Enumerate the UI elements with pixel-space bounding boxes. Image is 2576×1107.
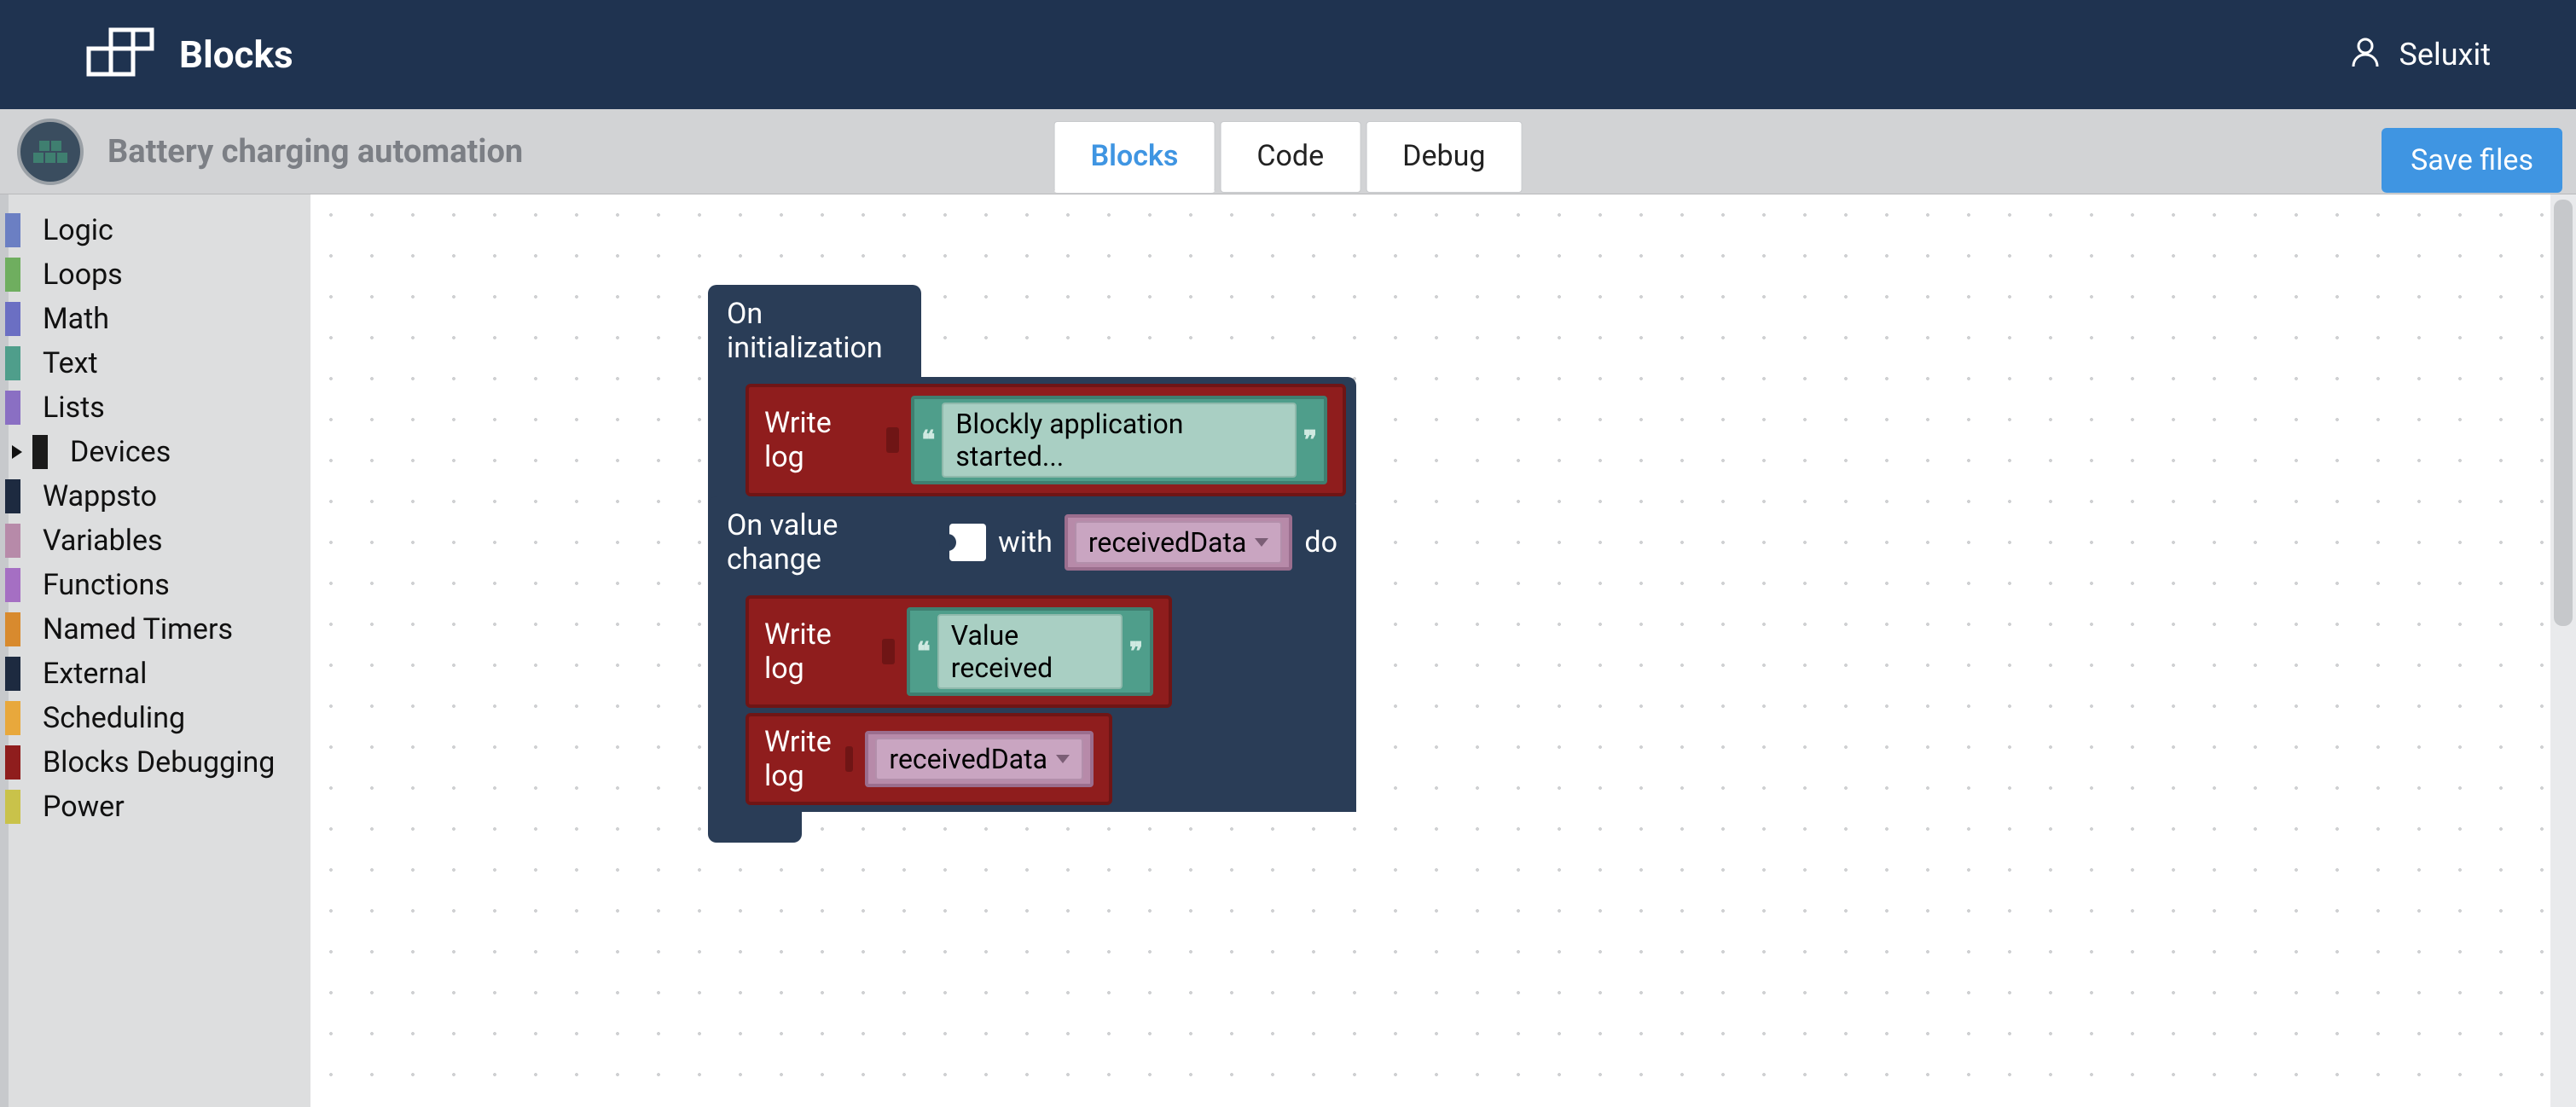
category-color-swatch <box>5 745 20 780</box>
toolbox-item-label: Text <box>43 346 98 380</box>
category-color-swatch <box>5 657 20 691</box>
hat-label: On initialization <box>727 297 902 365</box>
toolbox-item-label: Lists <box>43 391 105 425</box>
category-color-swatch <box>5 479 20 513</box>
view-tabs: Blocks Code Debug <box>1054 121 1523 193</box>
category-color-swatch <box>5 258 20 292</box>
toolbox-item-power[interactable]: Power <box>9 785 310 829</box>
category-color-swatch <box>5 391 20 425</box>
hat-mid: with <box>998 525 1053 559</box>
toolbox-sidebar: Logic Loops Math Text Lists Devices Wappsto Var… <box>0 194 310 1107</box>
app-header: Blocks Seluxit <box>0 0 2576 109</box>
empty-value-slot[interactable] <box>949 524 986 561</box>
scrollbar-thumb[interactable] <box>2554 200 2573 626</box>
block-footer <box>708 812 802 843</box>
user-icon <box>2348 34 2382 76</box>
category-color-swatch <box>5 302 20 336</box>
toolbox-item-scheduling[interactable]: Scheduling <box>9 696 310 740</box>
toolbox-item-loops[interactable]: Loops <box>9 252 310 297</box>
category-color-swatch <box>5 346 20 380</box>
toolbox-item-math[interactable]: Math <box>9 297 310 341</box>
toolbox-item-lists[interactable]: Lists <box>9 385 310 430</box>
project-bar: Battery charging automation Blocks Code … <box>0 109 2576 194</box>
canvas-scrollbar[interactable] <box>2550 194 2576 1107</box>
hat-suffix: do <box>1304 525 1337 559</box>
write-log-block[interactable]: Write log ❝ Blockly application started.… <box>746 384 1346 496</box>
project-title: Battery charging automation <box>107 133 523 171</box>
category-color-swatch <box>5 701 20 735</box>
category-color-swatch <box>5 612 20 646</box>
save-files-button[interactable]: Save files <box>2382 128 2562 193</box>
toolbox-item-text[interactable]: Text <box>9 341 310 385</box>
category-color-swatch <box>5 524 20 558</box>
expand-arrow-icon <box>0 443 34 461</box>
tab-debug[interactable]: Debug <box>1366 121 1522 193</box>
block-on-value-change[interactable]: On value change with receivedData do <box>708 496 1356 843</box>
toolbox-item-label: Power <box>43 790 125 824</box>
open-quote-icon: ❝ <box>921 426 935 455</box>
category-color-swatch <box>32 435 48 469</box>
chevron-down-icon <box>1056 755 1070 763</box>
toolbox-item-wappsto[interactable]: Wappsto <box>9 474 310 519</box>
toolbox-item-label: Logic <box>43 213 113 247</box>
logo-icon <box>85 26 155 83</box>
toolbox-item-label: External <box>43 657 147 691</box>
category-color-swatch <box>5 568 20 602</box>
toolbox-item-label: Wappsto <box>43 479 157 513</box>
close-quote-icon: ❞ <box>1303 426 1317 455</box>
toolbox-item-logic[interactable]: Logic <box>9 208 310 252</box>
connector-icon <box>845 746 854 772</box>
project-avatar-icon <box>17 119 84 185</box>
write-log-block[interactable]: Write log receivedData <box>746 713 1112 805</box>
close-quote-icon: ❞ <box>1129 637 1143 667</box>
write-log-block[interactable]: Write log ❝ Value received ❞ <box>746 595 1172 708</box>
category-color-swatch <box>5 790 20 824</box>
toolbox-item-devices[interactable]: Devices <box>9 430 310 474</box>
hat-prefix: On value change <box>727 508 937 577</box>
app-title: Blocks <box>179 32 293 77</box>
toolbox-item-external[interactable]: External <box>9 652 310 696</box>
variable-dropdown[interactable]: receivedData <box>1065 514 1293 571</box>
toolbox-item-label: Scheduling <box>43 701 185 735</box>
username: Seluxit <box>2399 37 2491 72</box>
string-value[interactable]: Value received <box>937 614 1123 689</box>
brand: Blocks <box>85 26 293 83</box>
toolbox-item-label: Variables <box>43 524 163 558</box>
toolbox-item-variables[interactable]: Variables <box>9 519 310 563</box>
string-literal-block[interactable]: ❝ Blockly application started... ❞ <box>911 396 1327 484</box>
user-menu[interactable]: Seluxit <box>2348 34 2491 76</box>
tab-blocks[interactable]: Blocks <box>1054 121 1215 193</box>
toolbox-item-label: Functions <box>43 568 170 602</box>
variable-name: receivedData <box>1088 526 1247 559</box>
tab-code[interactable]: Code <box>1220 121 1361 193</box>
toolbox-item-functions[interactable]: Functions <box>9 563 310 607</box>
category-color-swatch <box>5 213 20 247</box>
toolbox-item-named-timers[interactable]: Named Timers <box>9 607 310 652</box>
open-quote-icon: ❝ <box>917 637 931 667</box>
chevron-down-icon <box>1255 538 1268 547</box>
blockly-canvas[interactable]: On initialization Write log ❝ Blockly ap… <box>310 194 2576 1107</box>
write-log-label: Write log <box>764 406 874 474</box>
write-log-label: Write log <box>764 725 833 793</box>
toolbox-item-label: Blocks Debugging <box>43 745 275 780</box>
toolbox-item-label: Loops <box>43 258 123 292</box>
string-literal-block[interactable]: ❝ Value received ❞ <box>907 607 1153 696</box>
variable-dropdown[interactable]: receivedData <box>865 731 1094 787</box>
connector-icon <box>886 427 899 453</box>
connector-icon <box>882 639 895 664</box>
string-value[interactable]: Blockly application started... <box>942 403 1296 478</box>
toolbox-item-label: Math <box>43 302 109 336</box>
toolbox-item-label: Devices <box>70 435 171 469</box>
toolbox-item-label: Named Timers <box>43 612 233 646</box>
variable-name: receivedData <box>889 743 1047 775</box>
write-log-label: Write log <box>764 617 870 686</box>
toolbox-item-blocks-debugging[interactable]: Blocks Debugging <box>9 740 310 785</box>
